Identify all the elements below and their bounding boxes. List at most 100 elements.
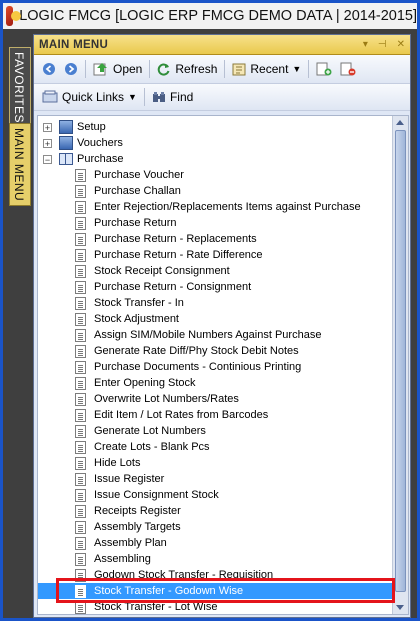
tree-item[interactable]: Stock Receipt Consignment — [38, 263, 394, 279]
document-icon — [75, 232, 86, 246]
tree-item[interactable]: Enter Rejection/Replacements Items again… — [38, 199, 394, 215]
forward-button[interactable] — [60, 60, 82, 78]
tree-item[interactable]: Godown Stock Transfer - Requisition — [38, 567, 394, 583]
document-icon — [75, 216, 86, 230]
tree-item[interactable]: Hide Lots — [38, 455, 394, 471]
refresh-button[interactable]: Refresh — [153, 60, 221, 78]
tree-node-label: Purchase — [77, 153, 124, 165]
tree-item-label: Purchase Return — [94, 217, 177, 229]
quick-links-icon — [42, 90, 58, 103]
quick-links-button[interactable]: Quick Links ▼ — [38, 88, 141, 106]
tree-item-label: Generate Rate Diff/Phy Stock Debit Notes — [94, 345, 299, 357]
document-icon — [75, 488, 86, 502]
tree-item-label: Assign SIM/Mobile Numbers Against Purcha… — [94, 329, 322, 341]
close-icon[interactable]: ✕ — [397, 39, 405, 50]
tree-node-label: Setup — [77, 121, 106, 133]
tree-item[interactable]: Stock Adjustment — [38, 311, 394, 327]
panel-title: MAIN MENU — [39, 38, 109, 51]
tree-item[interactable]: Assembling — [38, 551, 394, 567]
tree-item[interactable]: Assembly Targets — [38, 519, 394, 535]
tree-item[interactable]: Purchase Return - Replacements — [38, 231, 394, 247]
collapse-icon[interactable]: − — [43, 154, 52, 164]
open-book-icon — [59, 153, 73, 165]
menu-tree: + Setup + Vouchers − Purchase Purchase V… — [37, 115, 409, 615]
expand-icon[interactable]: + — [43, 122, 52, 132]
open-icon — [93, 63, 107, 76]
expand-icon[interactable]: + — [43, 138, 52, 148]
tree-item[interactable]: Edit Item / Lot Rates from Barcodes — [38, 407, 394, 423]
tree-item-label: Receipts Register — [94, 505, 181, 517]
tree-item[interactable]: Overwrite Lot Numbers/Rates — [38, 391, 394, 407]
remove-favorite-button[interactable] — [336, 60, 360, 78]
tree-item-label: Purchase Return - Rate Difference — [94, 249, 263, 261]
tree-item[interactable]: Generate Rate Diff/Phy Stock Debit Notes — [38, 343, 394, 359]
module-icon — [59, 136, 73, 150]
tree-item-label: Stock Transfer - In — [94, 297, 184, 309]
recent-label: Recent — [250, 62, 289, 76]
add-favorite-button[interactable] — [312, 60, 336, 78]
tree-item-label: Assembly Targets — [94, 521, 181, 533]
tree-item[interactable]: Purchase Challan — [38, 183, 394, 199]
tree-item[interactable]: Assign SIM/Mobile Numbers Against Purcha… — [38, 327, 394, 343]
tree-item[interactable]: Issue Register — [38, 471, 394, 487]
tab-main-menu-label: MAIN MENU — [12, 128, 26, 202]
pin-icon[interactable]: ⊣ — [378, 39, 387, 50]
side-tab-strip: FAVORITES MAIN MENU — [3, 29, 31, 618]
document-icon — [75, 584, 86, 598]
tree-item[interactable]: Purchase Documents - Continious Printing — [38, 359, 394, 375]
tree-item[interactable]: Purchase Return - Rate Difference — [38, 247, 394, 263]
add-favorite-icon — [316, 62, 332, 76]
tree-node-vouchers[interactable]: + Vouchers — [38, 135, 394, 151]
tree-item[interactable]: Assembly Plan — [38, 535, 394, 551]
forward-arrow-icon — [65, 63, 77, 75]
back-button[interactable] — [38, 60, 60, 78]
document-icon — [75, 504, 86, 518]
tree-item[interactable]: Generate Lot Numbers — [38, 423, 394, 439]
tree-item[interactable]: Stock Transfer - In — [38, 295, 394, 311]
recent-icon — [232, 63, 246, 76]
tree-item-label: Stock Adjustment — [94, 313, 179, 325]
open-button[interactable]: Open — [89, 60, 146, 78]
document-icon — [75, 200, 86, 214]
panel-dropdown-icon[interactable]: ▾ — [363, 39, 368, 50]
tree-item-label: Purchase Return - Consignment — [94, 281, 252, 293]
tree-item[interactable]: Issue Consignment Stock — [38, 487, 394, 503]
tree-item[interactable]: Purchase Return - Consignment — [38, 279, 394, 295]
scroll-down-icon[interactable] — [396, 605, 404, 610]
tree-item-label: Stock Transfer - Godown Wise — [94, 585, 244, 597]
recent-button[interactable]: Recent ▼ — [228, 60, 305, 78]
tree-item[interactable]: Enter Opening Stock — [38, 375, 394, 391]
vertical-scrollbar[interactable] — [392, 116, 408, 614]
tree-item[interactable]: Stock Transfer - Lot Wise — [38, 599, 394, 614]
tree-item-label: Godown Stock Transfer - Requisition — [94, 569, 274, 581]
document-icon — [75, 568, 86, 582]
document-icon — [75, 536, 86, 550]
document-icon — [75, 392, 86, 406]
scroll-up-icon[interactable] — [396, 120, 404, 125]
tree-item[interactable]: Stock Transfer - Godown Wise — [38, 583, 394, 599]
document-icon — [75, 600, 86, 614]
tab-favorites[interactable]: FAVORITES — [9, 47, 31, 128]
tree-item[interactable]: Purchase Return — [38, 215, 394, 231]
document-icon — [75, 424, 86, 438]
document-icon — [75, 280, 86, 294]
scroll-thumb[interactable] — [395, 130, 406, 592]
title-bar: LOGIC FMCG [LOGIC ERP FMCG DEMO DATA | 2… — [3, 3, 417, 29]
document-icon — [75, 360, 86, 374]
tree-item[interactable]: Receipts Register — [38, 503, 394, 519]
document-icon — [75, 312, 86, 326]
tree-item-label: Issue Consignment Stock — [94, 489, 219, 501]
tree-node-label: Vouchers — [77, 137, 123, 149]
document-icon — [75, 168, 86, 182]
refresh-label: Refresh — [175, 62, 218, 76]
tree-node-setup[interactable]: + Setup — [38, 119, 394, 135]
tree-node-purchase[interactable]: − Purchase — [38, 151, 394, 167]
document-icon — [75, 264, 86, 278]
tree-item[interactable]: Create Lots - Blank Pcs — [38, 439, 394, 455]
document-icon — [75, 344, 86, 358]
tab-main-menu[interactable]: MAIN MENU — [9, 123, 31, 207]
document-icon — [75, 248, 86, 262]
find-button[interactable]: Find — [148, 88, 197, 106]
tree-item-label: Purchase Return - Replacements — [94, 233, 257, 245]
tree-item[interactable]: Purchase Voucher — [38, 167, 394, 183]
